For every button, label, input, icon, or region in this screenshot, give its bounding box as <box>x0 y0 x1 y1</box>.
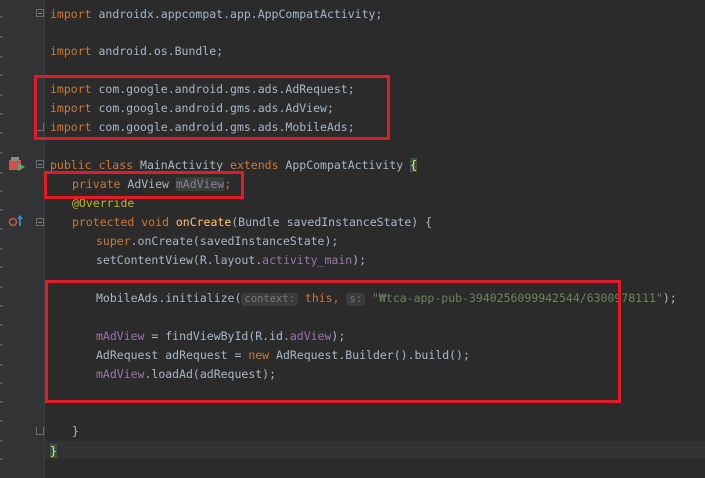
fold-end-icon[interactable] <box>36 427 44 435</box>
call-text: .onCreate(savedInstanceState); <box>130 234 339 248</box>
current-line-highlight <box>45 441 705 459</box>
method-params: (Bundle savedInstanceState) { <box>231 215 433 229</box>
parent-class: AppCompatActivity <box>278 158 411 172</box>
import-path: androidx.appcompat.app.AppCompatActivity… <box>91 7 383 21</box>
keyword: public class <box>50 158 134 172</box>
matched-brace: { <box>410 158 417 172</box>
class-name: MainActivity <box>133 158 231 172</box>
keyword: super <box>96 234 131 248</box>
matched-brace: } <box>50 444 57 458</box>
code-line-super-call[interactable]: super.onCreate(savedInstanceState); <box>96 233 338 249</box>
keyword: extends <box>230 158 279 172</box>
code-line-import-bundle[interactable]: import android.os.Bundle; <box>50 43 223 59</box>
highlight-box-imports <box>34 75 390 140</box>
code-line-import-appcompat[interactable]: import androidx.appcompat.app.AppCompatA… <box>50 6 382 22</box>
closing-brace: } <box>72 424 79 438</box>
call-end: ); <box>662 291 677 305</box>
highlight-box-init <box>45 280 621 403</box>
layout-field: activity_main <box>262 253 353 267</box>
run-class-icon[interactable] <box>8 155 26 176</box>
fold-imports-icon[interactable] <box>36 9 44 17</box>
call-text: setContentView(R.layout. <box>96 253 263 267</box>
override-method-icon[interactable] <box>8 213 24 232</box>
highlight-box-field <box>44 171 244 199</box>
code-editor[interactable]: import androidx.appcompat.app.AppCompatA… <box>0 0 705 478</box>
code-line-method-declaration[interactable]: protected void onCreate(Bundle savedInst… <box>72 214 432 230</box>
editor-gutter[interactable] <box>0 0 44 478</box>
method-name: onCreate <box>168 215 232 229</box>
fold-class-icon[interactable] <box>36 160 44 168</box>
keyword: protected void <box>72 215 169 229</box>
code-line-set-content-view[interactable]: setContentView(R.layout.activity_main); <box>96 252 366 268</box>
call-end: ); <box>352 253 367 267</box>
keyword: import <box>50 7 92 21</box>
keyword: import <box>50 44 92 58</box>
import-path: android.os.Bundle; <box>91 44 224 58</box>
gutter-separator <box>44 0 45 478</box>
fold-method-icon[interactable] <box>36 218 44 226</box>
code-line-close-method[interactable]: } <box>72 423 79 439</box>
code-line-close-class[interactable]: } <box>50 443 57 459</box>
